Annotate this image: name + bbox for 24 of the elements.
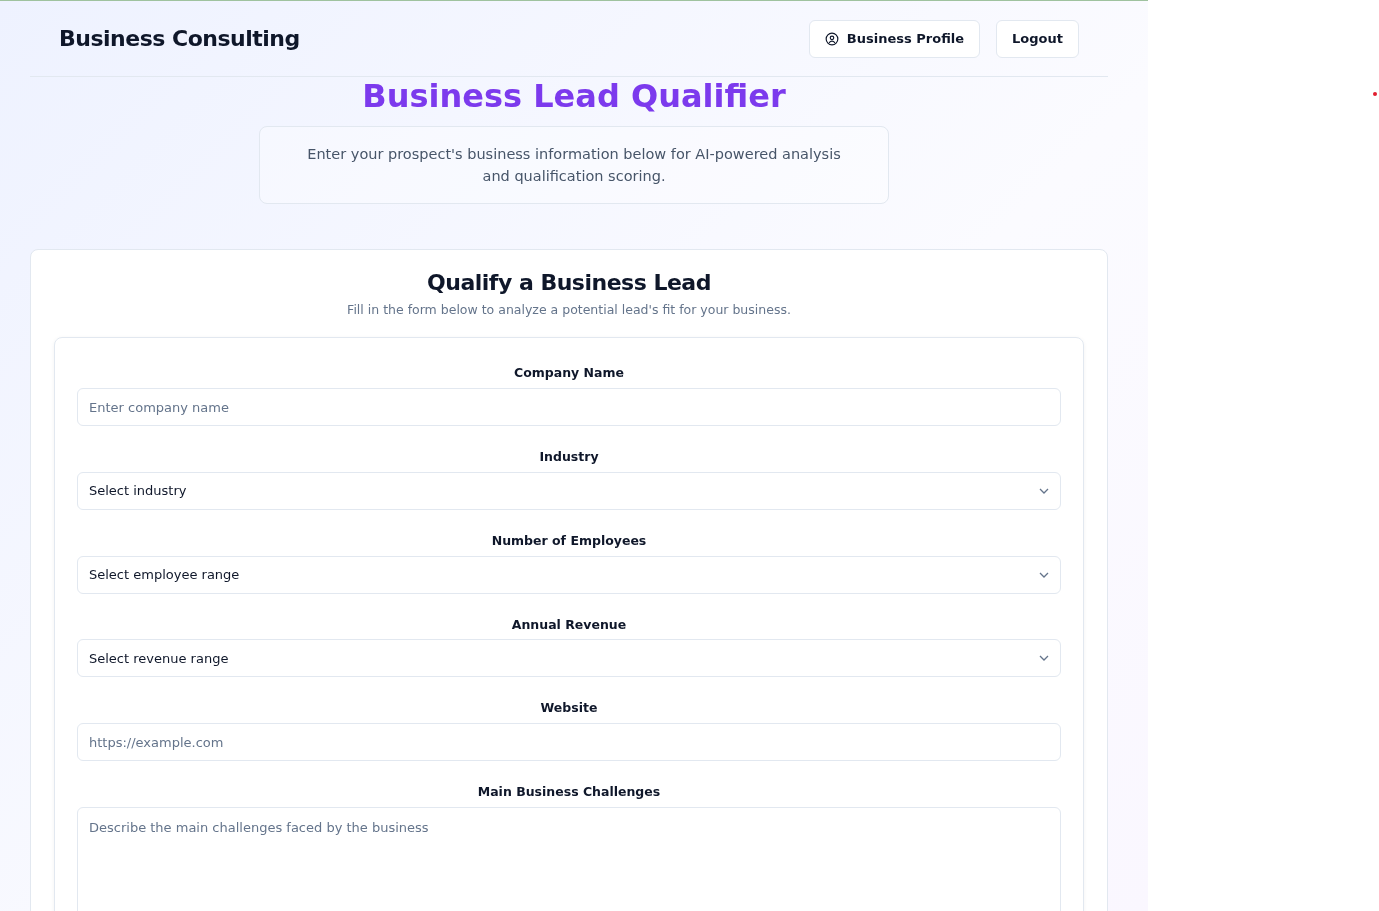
select-field[interactable]: Select revenue range: [77, 639, 1061, 678]
profile-button[interactable]: Business Profile: [808, 19, 981, 58]
indicator-dot: [1373, 92, 1377, 96]
form-subtitle: Fill in the form below to analyze a potential lead's fit for your business.: [346, 300, 792, 319]
chevron-down-icon: [1039, 655, 1049, 662]
chevron-down-icon: [1039, 487, 1049, 494]
input-field[interactable]: Enter company name: [77, 388, 1061, 427]
description-panel: Enter your prospect's business information below for AI-powered analysis and qualification scoring.: [259, 126, 889, 205]
page-title: Business Lead Qualifier: [361, 79, 787, 115]
select-field[interactable]: Select employee range: [77, 555, 1061, 594]
chevron-down-icon: [1039, 571, 1049, 578]
field-label: Number of Employees: [490, 531, 648, 550]
select-field[interactable]: Select industry: [77, 471, 1061, 510]
input-field[interactable]: https://example.com: [77, 723, 1061, 762]
text-area[interactable]: Describe the main challenges faced by the business: [77, 806, 1061, 911]
logout-button[interactable]: Logout: [996, 19, 1079, 58]
field-label: Industry: [538, 448, 600, 467]
field-label: Company Name: [513, 364, 625, 383]
user-circle-icon: [824, 31, 839, 46]
field-label: Main Business Challenges: [476, 783, 662, 802]
field-label: Website: [539, 699, 599, 718]
brand-title: Business Consulting: [59, 25, 300, 53]
form-title: Qualify a Business Lead: [426, 270, 712, 297]
field-label: Annual Revenue: [510, 615, 628, 634]
